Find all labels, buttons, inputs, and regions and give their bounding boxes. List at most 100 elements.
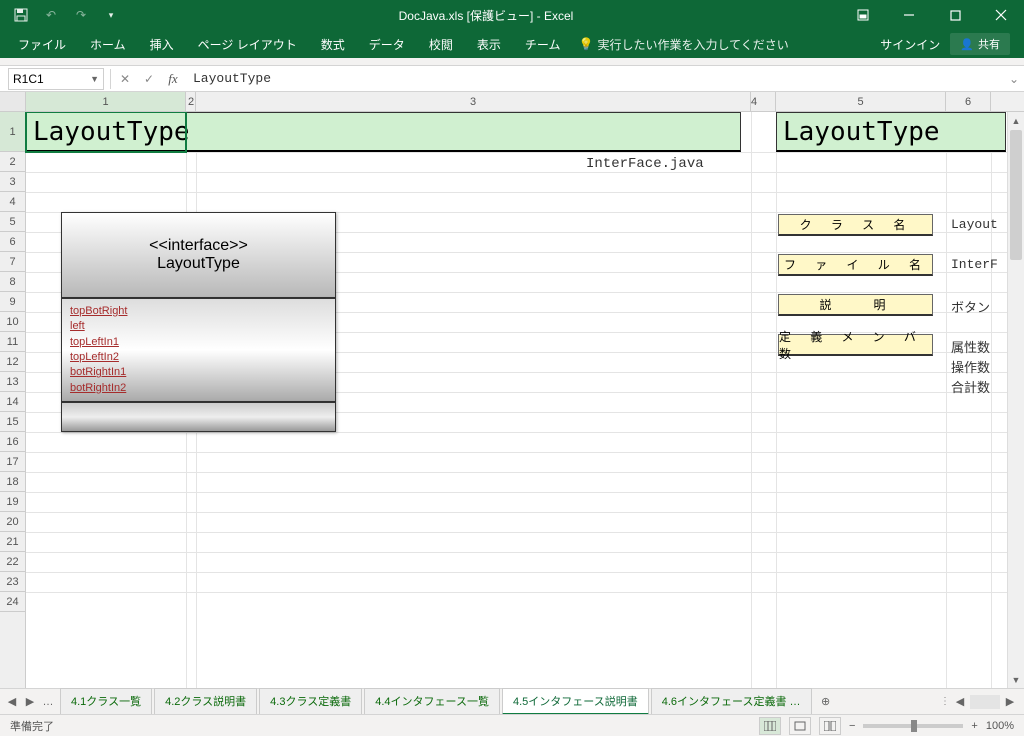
diagram-attr-link[interactable]: botRightIn2 <box>70 381 126 396</box>
sheet-nav-prev-icon[interactable]: ◀ <box>4 692 20 712</box>
signin-link[interactable]: サインイン <box>880 36 940 53</box>
ribbon-options-icon[interactable] <box>840 0 886 30</box>
row-header-5[interactable]: 5 <box>0 212 25 232</box>
row-header-12[interactable]: 12 <box>0 352 25 372</box>
save-icon[interactable] <box>8 2 34 28</box>
tab-insert[interactable]: 挿入 <box>138 30 186 58</box>
diagram-attr-link[interactable]: topLeftIn2 <box>70 350 119 365</box>
minimize-icon[interactable] <box>886 0 932 30</box>
diagram-attr-link[interactable]: left <box>70 319 85 334</box>
row-header-23[interactable]: 23 <box>0 572 25 592</box>
scroll-thumb[interactable] <box>1010 130 1022 260</box>
scroll-down-icon[interactable]: ▼ <box>1008 671 1024 688</box>
sheet-tab[interactable]: 4.5インタフェース説明書 <box>502 688 649 715</box>
diagram-attr-link[interactable]: topBotRight <box>70 304 127 319</box>
sheet-nav-more-icon[interactable]: … <box>40 692 56 712</box>
view-pagelayout-icon[interactable] <box>789 717 811 735</box>
row-header-6[interactable]: 6 <box>0 232 25 252</box>
horizontal-scrollbar[interactable] <box>970 695 1000 709</box>
row-header-7[interactable]: 7 <box>0 252 25 272</box>
title-cell-2[interactable]: LayoutType <box>776 112 1006 152</box>
select-all-corner[interactable] <box>0 92 26 111</box>
vertical-scrollbar[interactable]: ▲ ▼ <box>1007 112 1024 688</box>
spreadsheet-grid: 1 2 3 4 5 6 1234567891011121314151617181… <box>0 92 1024 688</box>
diagram-attr-link[interactable]: botRightIn1 <box>70 365 126 380</box>
hscroll-left-icon[interactable]: ◀ <box>952 692 968 712</box>
row-header-10[interactable]: 10 <box>0 312 25 332</box>
tab-team[interactable]: チーム <box>513 30 573 58</box>
diagram-attr-link[interactable]: topLeftIn1 <box>70 335 119 350</box>
row-header-14[interactable]: 14 <box>0 392 25 412</box>
hscroll-right-icon[interactable]: ▶ <box>1002 692 1018 712</box>
row-header-20[interactable]: 20 <box>0 512 25 532</box>
col-header-5[interactable]: 5 <box>776 92 946 111</box>
row-header-17[interactable]: 17 <box>0 452 25 472</box>
zoom-out-icon[interactable]: − <box>849 720 855 732</box>
accept-formula-icon[interactable]: ✓ <box>137 72 161 86</box>
view-pagebreak-icon[interactable] <box>819 717 841 735</box>
row-header-24[interactable]: 24 <box>0 592 25 612</box>
tab-file[interactable]: ファイル <box>6 30 78 58</box>
property-label: 定 義 メ ン バ 数 <box>778 334 933 356</box>
tab-data[interactable]: データ <box>357 30 417 58</box>
cells-area[interactable]: LayoutType LayoutType InterFace.java <<i… <box>26 112 1024 688</box>
redo-icon[interactable]: ↷ <box>68 2 94 28</box>
row-header-1[interactable]: 1 <box>0 112 25 152</box>
title-cell-1[interactable]: LayoutType <box>26 112 741 152</box>
col-header-4[interactable]: 4 <box>751 92 776 111</box>
row-header-18[interactable]: 18 <box>0 472 25 492</box>
property-value: 属性数 <box>951 337 990 356</box>
sheet-tab[interactable]: 4.1クラス一覧 <box>60 688 152 715</box>
cancel-formula-icon[interactable]: ✕ <box>113 72 137 86</box>
chevron-down-icon[interactable]: ▼ <box>90 74 99 84</box>
formula-input[interactable]: LayoutType <box>185 71 1004 86</box>
sheet-tab[interactable]: 4.2クラス説明書 <box>154 688 257 715</box>
tab-pagelayout[interactable]: ページ レイアウト <box>186 30 309 58</box>
row-header-16[interactable]: 16 <box>0 432 25 452</box>
row-header-8[interactable]: 8 <box>0 272 25 292</box>
tab-formulas[interactable]: 数式 <box>309 30 357 58</box>
share-label: 共有 <box>978 36 1000 52</box>
name-box[interactable]: R1C1 ▼ <box>8 68 104 90</box>
row-header-11[interactable]: 11 <box>0 332 25 352</box>
col-header-2[interactable]: 2 <box>186 92 196 111</box>
row-header-13[interactable]: 13 <box>0 372 25 392</box>
zoom-slider[interactable] <box>863 724 963 728</box>
scroll-up-icon[interactable]: ▲ <box>1008 112 1024 129</box>
tab-home[interactable]: ホーム <box>78 30 138 58</box>
tell-me-search[interactable]: 💡 実行したい作業を入力してください <box>578 36 788 53</box>
ribbon-tabs: ファイル ホーム 挿入 ページ レイアウト 数式 データ 校閲 表示 チーム 💡… <box>0 30 1024 58</box>
sheet-nav-next-icon[interactable]: ▶ <box>22 692 38 712</box>
sheet-tab[interactable]: 4.3クラス定義書 <box>259 688 362 715</box>
maximize-icon[interactable] <box>932 0 978 30</box>
row-header-19[interactable]: 19 <box>0 492 25 512</box>
row-header-4[interactable]: 4 <box>0 192 25 212</box>
fx-icon[interactable]: fx <box>161 71 185 87</box>
tab-review[interactable]: 校閲 <box>417 30 465 58</box>
share-icon: 👤 <box>960 38 974 51</box>
sheet-tab[interactable]: 4.4インタフェース一覧 <box>364 688 500 715</box>
row-header-9[interactable]: 9 <box>0 292 25 312</box>
col-header-1[interactable]: 1 <box>26 92 186 111</box>
diagram-classname: LayoutType <box>157 255 240 273</box>
row-header-22[interactable]: 22 <box>0 552 25 572</box>
tab-view[interactable]: 表示 <box>465 30 513 58</box>
add-sheet-icon[interactable]: ⊕ <box>814 695 838 708</box>
zoom-in-icon[interactable]: + <box>971 720 977 732</box>
col-header-3[interactable]: 3 <box>196 92 751 111</box>
row-header-2[interactable]: 2 <box>0 152 25 172</box>
sheet-tab[interactable]: 4.6インタフェース定義書 … <box>651 688 812 715</box>
col-header-6[interactable]: 6 <box>946 92 991 111</box>
property-value: 操作数 <box>951 357 990 376</box>
expand-formula-icon[interactable]: ⌄ <box>1004 72 1024 86</box>
undo-icon[interactable]: ↶ <box>38 2 64 28</box>
view-normal-icon[interactable] <box>759 717 781 735</box>
row-header-3[interactable]: 3 <box>0 172 25 192</box>
share-button[interactable]: 👤 共有 <box>950 33 1010 55</box>
name-box-value: R1C1 <box>13 72 44 86</box>
row-header-15[interactable]: 15 <box>0 412 25 432</box>
close-icon[interactable] <box>978 0 1024 30</box>
row-header-21[interactable]: 21 <box>0 532 25 552</box>
tell-me-label: 実行したい作業を入力してください <box>597 36 788 53</box>
qat-menu-icon[interactable]: ▾ <box>98 2 124 28</box>
